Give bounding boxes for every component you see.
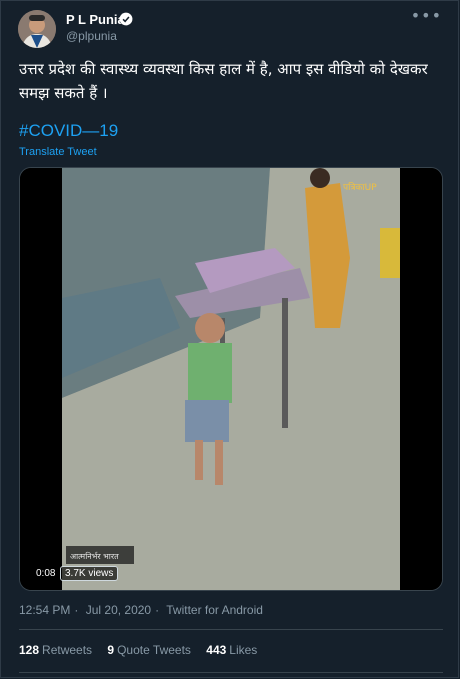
meta-separator: · — [74, 603, 79, 617]
video-frame: आत्मनिर्भर भारत पत्रिकाUP — [20, 168, 442, 590]
divider — [19, 629, 443, 630]
meta-separator: · — [155, 603, 160, 617]
more-options-icon[interactable]: ••• — [411, 6, 442, 25]
tweet-source[interactable]: Twitter for Android — [166, 603, 263, 617]
video-duration: 0:08 — [32, 566, 60, 581]
author-handle[interactable]: @plpunia — [66, 29, 117, 43]
tweet-time[interactable]: 12:54 PM — [19, 603, 70, 617]
video-view-count: 3.7K views — [60, 566, 119, 581]
divider — [19, 672, 443, 673]
video-watermark-bottom: आत्मनिर्भर भारत — [70, 551, 119, 561]
quote-tweets-stat[interactable]: 9 Quote Tweets — [107, 643, 191, 657]
video-watermark-top: पत्रिकाUP — [343, 181, 377, 193]
author-name[interactable]: P L Punia — [66, 12, 125, 27]
translate-tweet-link[interactable]: Translate Tweet — [19, 146, 97, 158]
retweets-stat[interactable]: 128 Retweets — [19, 643, 92, 657]
tweet-stats: 128 Retweets 9 Quote Tweets 443 Likes — [19, 643, 269, 657]
avatar[interactable] — [18, 10, 56, 48]
tweet-text: उत्तर प्रदेश की स्वास्थ्य व्यवस्था किस ह… — [19, 60, 428, 102]
hashtag-link[interactable]: #COVID—19 — [19, 121, 118, 141]
video-player[interactable]: आत्मनिर्भर भारत पत्रिकाUP 0:08 3.7K view… — [19, 167, 443, 591]
verified-badge-icon — [119, 12, 133, 26]
tweet-meta: 12:54 PM · Jul 20, 2020 · Twitter for Andr… — [19, 603, 267, 617]
likes-stat[interactable]: 443 Likes — [206, 643, 257, 657]
tweet-date[interactable]: Jul 20, 2020 — [86, 603, 151, 617]
